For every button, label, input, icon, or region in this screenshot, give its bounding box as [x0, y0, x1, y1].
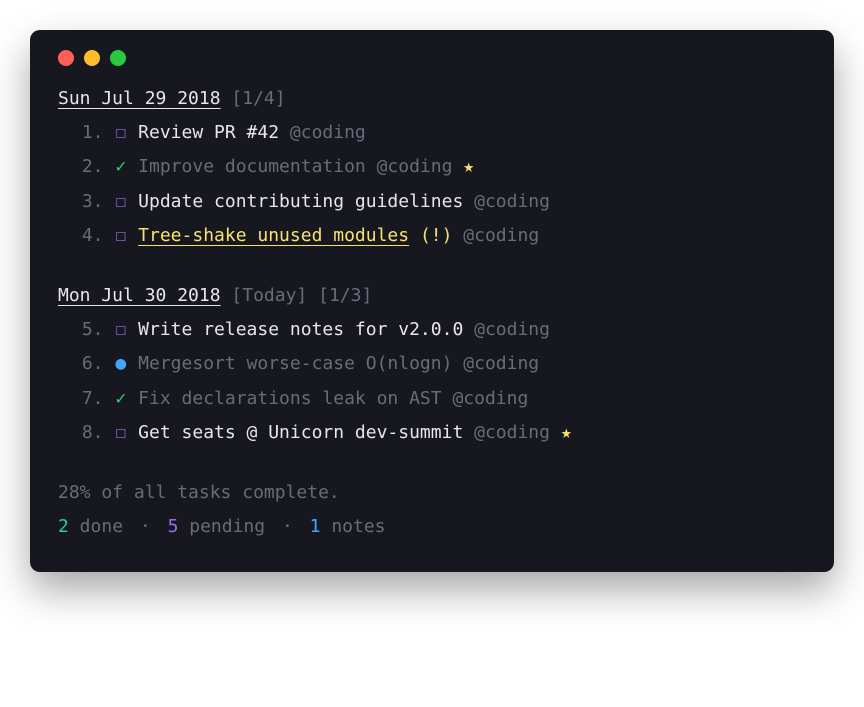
dot: .: [93, 116, 104, 150]
percent-complete: 28% of all tasks complete.: [58, 476, 806, 510]
tag: @coding: [474, 319, 550, 340]
task-number: 3: [58, 185, 93, 219]
task-segment: Tree-shake unused modules: [138, 225, 409, 246]
section-header: Sun Jul 29 2018 [1/4]: [58, 82, 806, 116]
task-segment: (!): [409, 225, 463, 246]
section-date: Mon Jul 30 2018: [58, 285, 221, 306]
window-controls: [58, 50, 806, 66]
task-segment: Fix declarations leak on AST @coding: [138, 388, 528, 409]
task-segment: Write release notes for v2.0.0: [138, 319, 474, 340]
tag: @coding: [474, 191, 550, 212]
task-text: Write release notes for v2.0.0 @coding: [138, 313, 550, 347]
task-text: Get seats @ Unicorn dev-summit @coding ★: [138, 416, 572, 450]
task-segment: Update contributing guidelines: [138, 191, 474, 212]
task-row[interactable]: 6. ● Mergesort worse-case O(nlogn) @coding: [58, 347, 806, 381]
section-header: Mon Jul 30 2018 [Today] [1/3]: [58, 279, 806, 313]
section-progress: [1/4]: [231, 88, 285, 109]
task-row[interactable]: 3. ☐ Update contributing guidelines @codin…: [58, 185, 806, 219]
checkbox-icon[interactable]: ☐: [114, 416, 127, 450]
notes-label: notes: [320, 516, 385, 537]
task-number: 2: [58, 150, 93, 184]
dot: .: [93, 347, 104, 381]
pending-count: 5: [168, 516, 179, 537]
separator-icon: ·: [140, 516, 151, 537]
section-progress: [1/3]: [318, 285, 372, 306]
status-counts: 2 done · 5 pending · 1 notes: [58, 510, 806, 544]
tag: @coding: [463, 225, 539, 246]
task-text: Tree-shake unused modules (!) @coding: [138, 219, 539, 253]
task-list: Sun Jul 29 2018 [1/4]1.☐Review PR #42 @c…: [58, 82, 806, 450]
close-icon[interactable]: [58, 50, 74, 66]
task-row[interactable]: 1. ☐ Review PR #42 @coding: [58, 116, 806, 150]
task-number: 7: [58, 382, 93, 416]
dot: .: [93, 313, 104, 347]
task-number: 4: [58, 219, 93, 253]
task-row[interactable]: 7. ✓ Fix declarations leak on AST @coding: [58, 382, 806, 416]
separator-icon: ·: [282, 516, 293, 537]
task-row[interactable]: 4. ☐ Tree-shake unused modules (!) @coding: [58, 219, 806, 253]
section-date: Sun Jul 29 2018: [58, 88, 221, 109]
task-text: Review PR #42 @coding: [138, 116, 366, 150]
task-number: 5: [58, 313, 93, 347]
checkbox-icon[interactable]: ☐: [114, 116, 127, 150]
dot: .: [93, 219, 104, 253]
task-text: Mergesort worse-case O(nlogn) @coding: [138, 347, 539, 381]
tag: @coding: [474, 422, 561, 443]
dot: .: [93, 416, 104, 450]
task-row[interactable]: 8. ☐ Get seats @ Unicorn dev-summit @codin…: [58, 416, 806, 450]
task-text: Update contributing guidelines @coding: [138, 185, 550, 219]
tag: @coding: [290, 122, 366, 143]
task-segment: Review PR #42: [138, 122, 290, 143]
terminal-window: Sun Jul 29 2018 [1/4]1.☐Review PR #42 @c…: [30, 30, 834, 572]
task-segment: Get seats @ Unicorn dev-summit: [138, 422, 474, 443]
checkbox-icon[interactable]: ☐: [114, 313, 127, 347]
task-row[interactable]: 2. ✓ Improve documentation @coding ★: [58, 150, 806, 184]
task-number: 1: [58, 116, 93, 150]
notes-count: 1: [310, 516, 321, 537]
summary-footer: 28% of all tasks complete. 2 done · 5 pe…: [58, 476, 806, 544]
task-number: 8: [58, 416, 93, 450]
minimize-icon[interactable]: [84, 50, 100, 66]
dot: .: [93, 382, 104, 416]
task-text: Fix declarations leak on AST @coding: [138, 382, 528, 416]
check-icon[interactable]: ✓: [114, 382, 127, 416]
star-icon: ★: [561, 422, 572, 443]
done-label: done: [69, 516, 134, 537]
task-number: 6: [58, 347, 93, 381]
checkbox-icon[interactable]: ☐: [114, 219, 127, 253]
task-segment: Mergesort worse-case O(nlogn) @coding: [138, 353, 539, 374]
zoom-icon[interactable]: [110, 50, 126, 66]
star-icon: ★: [463, 156, 474, 177]
dot: .: [93, 150, 104, 184]
pending-label: pending: [178, 516, 276, 537]
task-row[interactable]: 5. ☐ Write release notes for v2.0.0 @codin…: [58, 313, 806, 347]
today-badge: [Today]: [231, 285, 318, 306]
checkbox-icon[interactable]: ☐: [114, 185, 127, 219]
task-text: Improve documentation @coding ★: [138, 150, 474, 184]
dot: .: [93, 185, 104, 219]
note-icon[interactable]: ●: [114, 347, 127, 381]
task-segment: Improve documentation @coding: [138, 156, 463, 177]
done-count: 2: [58, 516, 69, 537]
check-icon[interactable]: ✓: [114, 150, 127, 184]
